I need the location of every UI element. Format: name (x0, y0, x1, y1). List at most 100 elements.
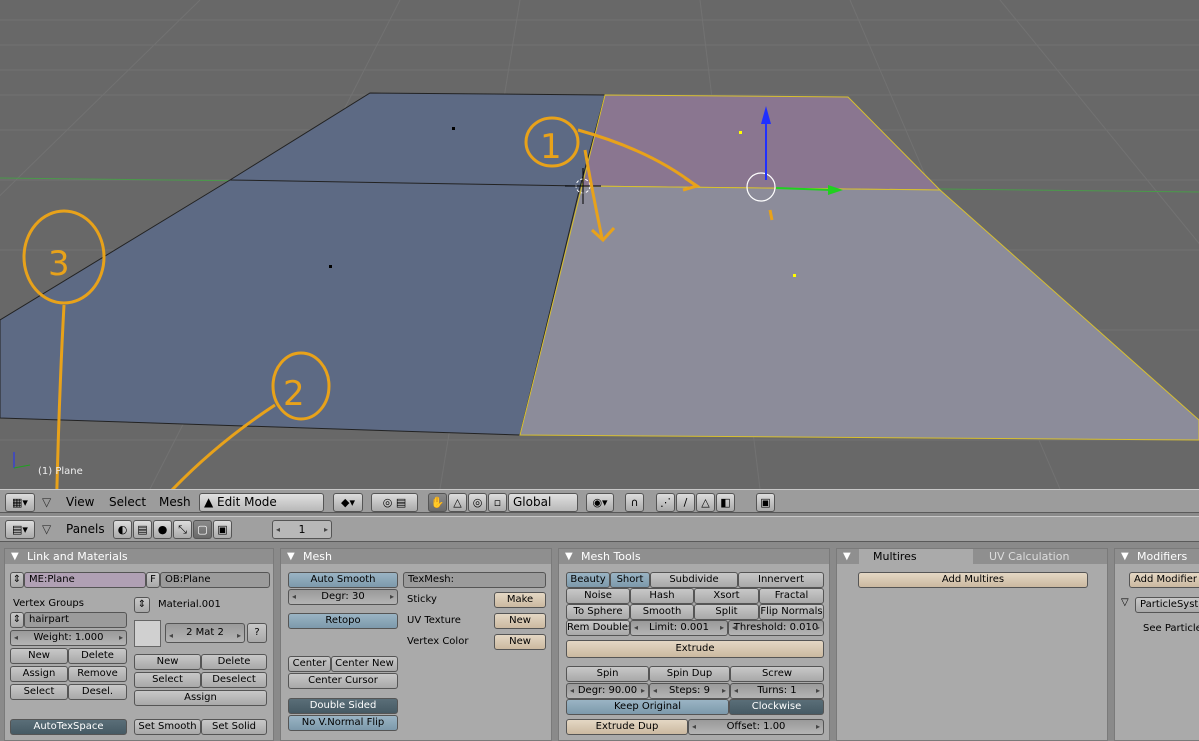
mesh-name-field[interactable]: ME:Plane (24, 572, 146, 588)
shading-context-icon[interactable]: ● (153, 520, 172, 539)
noise-button[interactable]: Noise (566, 588, 630, 604)
limit-field[interactable]: ◂ Limit: 0.001 ▸ (630, 620, 728, 636)
material-new-button[interactable]: New (134, 654, 201, 670)
hash-button[interactable]: Hash (630, 588, 694, 604)
rotate-manipulator-icon[interactable]: ◎ (468, 493, 487, 512)
weight-slider[interactable]: ◂ Weight: 1.000 ▸ (10, 630, 127, 646)
mode-select[interactable]: ▲ Edit Mode (199, 493, 324, 512)
uv-texture-new-button[interactable]: New (494, 613, 546, 629)
set-smooth-button[interactable]: Set Smooth (134, 719, 201, 735)
extrude-button[interactable]: Extrude (566, 640, 824, 658)
vertex-group-field[interactable]: hairpart (24, 612, 127, 628)
auto-smooth-toggle[interactable]: Auto Smooth (288, 572, 398, 588)
material-browse-button[interactable]: ⇕ (134, 597, 150, 613)
translate-manipulator-icon[interactable]: △ (448, 493, 467, 512)
render-icon[interactable]: ▣ (756, 493, 775, 512)
editor-type-button[interactable]: ▦▾ (5, 493, 35, 512)
fractal-button[interactable]: Fractal (759, 588, 824, 604)
center-new-button[interactable]: Center New (331, 656, 398, 672)
material-select-button[interactable]: Select (134, 672, 201, 688)
offset-field[interactable]: ◂ Offset: 1.00 ▸ (688, 719, 824, 735)
retopo-toggle[interactable]: Retopo (288, 613, 398, 629)
mesh-browse-button[interactable]: ⇕ (10, 572, 24, 588)
rem-doubles-button[interactable]: Rem Doubles (566, 620, 630, 636)
double-sided-toggle[interactable]: Double Sided (288, 698, 398, 714)
screw-button[interactable]: Screw (730, 666, 824, 682)
frame-field[interactable]: ◂ 1 ▸ (272, 520, 332, 539)
subdivide-button[interactable]: Subdivide (650, 572, 738, 588)
menu-select[interactable]: Select (109, 494, 146, 511)
vertex-color-new-button[interactable]: New (494, 634, 546, 650)
keep-original-toggle[interactable]: Keep Original (566, 699, 729, 715)
vgroup-remove-button[interactable]: Remove (68, 666, 127, 682)
to-sphere-button[interactable]: To Sphere (566, 604, 630, 620)
draw-type-button[interactable]: ◆▾ (333, 493, 363, 512)
modifier-expand-icon[interactable]: ▽ (1121, 597, 1129, 608)
threshold-field[interactable]: ◂ Threshold: 0.010 ▸ (728, 620, 824, 636)
fake-user-button[interactable]: F (146, 572, 160, 588)
xsort-button[interactable]: Xsort (694, 588, 759, 604)
sticky-make-button[interactable]: Make (494, 592, 546, 608)
object-context-icon[interactable]: ⤡ (173, 520, 192, 539)
panel-title[interactable]: ▼ Link and Materials (5, 549, 273, 564)
scale-manipulator-icon[interactable]: ▫ (488, 493, 507, 512)
center-button[interactable]: Center (288, 656, 331, 672)
3d-viewport[interactable]: 1 3 2 (1) Plane (0, 0, 1199, 489)
texmesh-field[interactable]: TexMesh: (403, 572, 546, 588)
material-assign-button[interactable]: Assign (134, 690, 267, 706)
panel-title-mesh[interactable]: ▼ Mesh (281, 549, 551, 564)
tab-uv-calculation[interactable]: UV Calculation (977, 549, 1087, 564)
autotexspace-toggle[interactable]: AutoTexSpace (10, 719, 127, 735)
logic-context-icon[interactable]: ◐ (113, 520, 132, 539)
object-name-field[interactable]: OB:Plane (160, 572, 270, 588)
vgroup-new-button[interactable]: New (10, 648, 68, 664)
menu-view[interactable]: View (66, 494, 94, 511)
editing-context-icon[interactable]: ▢ (193, 520, 212, 539)
material-help-button[interactable]: ? (247, 623, 267, 643)
smooth-button[interactable]: Smooth (630, 604, 694, 620)
snap-icon[interactable]: ∩ (625, 493, 644, 512)
set-solid-button[interactable]: Set Solid (201, 719, 267, 735)
panel-title-modifiers[interactable]: ▼ Modifiers (1115, 549, 1199, 564)
scene-context-icon[interactable]: ▣ (213, 520, 232, 539)
clockwise-toggle[interactable]: Clockwise (729, 699, 824, 715)
editor-type-button-2[interactable]: ▤▾ (5, 520, 35, 539)
extrude-dup-button[interactable]: Extrude Dup (566, 719, 688, 735)
split-button[interactable]: Split (694, 604, 759, 620)
hand-manipulator-icon[interactable]: ✋ (428, 493, 447, 512)
beauty-toggle[interactable]: Beauty (566, 572, 610, 588)
material-color-swatch[interactable] (134, 620, 161, 647)
vgroup-deselect-button[interactable]: Desel. (68, 684, 127, 700)
spin-button[interactable]: Spin (566, 666, 649, 682)
edge-select-icon[interactable]: / (676, 493, 695, 512)
spin-degr-field[interactable]: ◂ Degr: 90.00 ▸ (566, 683, 649, 699)
auto-smooth-degr[interactable]: ◂ Degr: 30 ▸ (288, 589, 398, 605)
flip-normals-button[interactable]: Flip Normals (759, 604, 824, 620)
occlude-icon[interactable]: ◧ (716, 493, 735, 512)
short-toggle[interactable]: Short (610, 572, 650, 588)
collapse-triangle-icon[interactable]: ▽ (42, 494, 51, 511)
vgroup-select-button[interactable]: Select (10, 684, 68, 700)
proportional-edit-button[interactable]: ◉▾ (586, 493, 614, 512)
vgroup-delete-button[interactable]: Delete (68, 648, 127, 664)
innervert-select[interactable]: Innervert (738, 572, 824, 588)
spin-dup-button[interactable]: Spin Dup (649, 666, 730, 682)
steps-field[interactable]: ◂ Steps: 9 ▸ (649, 683, 730, 699)
center-cursor-button[interactable]: Center Cursor (288, 673, 398, 689)
material-delete-button[interactable]: Delete (201, 654, 267, 670)
no-vnormal-flip-toggle[interactable]: No V.Normal Flip (288, 715, 398, 731)
tab-multires[interactable]: Multires (859, 549, 973, 564)
panel-title-mesh-tools[interactable]: ▼ Mesh Tools (559, 549, 829, 564)
material-deselect-button[interactable]: Deselect (201, 672, 267, 688)
menu-mesh[interactable]: Mesh (159, 494, 191, 511)
material-index-field[interactable]: ◂ 2 Mat 2 ▸ (165, 623, 245, 643)
pivot-button[interactable]: ◎ ▤ (371, 493, 418, 512)
add-modifier-button[interactable]: Add Modifier (1129, 572, 1199, 588)
vertex-select-icon[interactable]: ⋰ (656, 493, 675, 512)
collapse-triangle-icon-2[interactable]: ▽ (42, 521, 51, 538)
turns-field[interactable]: ◂ Turns: 1 ▸ (730, 683, 824, 699)
face-select-icon[interactable]: △ (696, 493, 715, 512)
script-context-icon[interactable]: ▤ (133, 520, 152, 539)
add-multires-button[interactable]: Add Multires (858, 572, 1088, 588)
vgroup-assign-button[interactable]: Assign (10, 666, 68, 682)
